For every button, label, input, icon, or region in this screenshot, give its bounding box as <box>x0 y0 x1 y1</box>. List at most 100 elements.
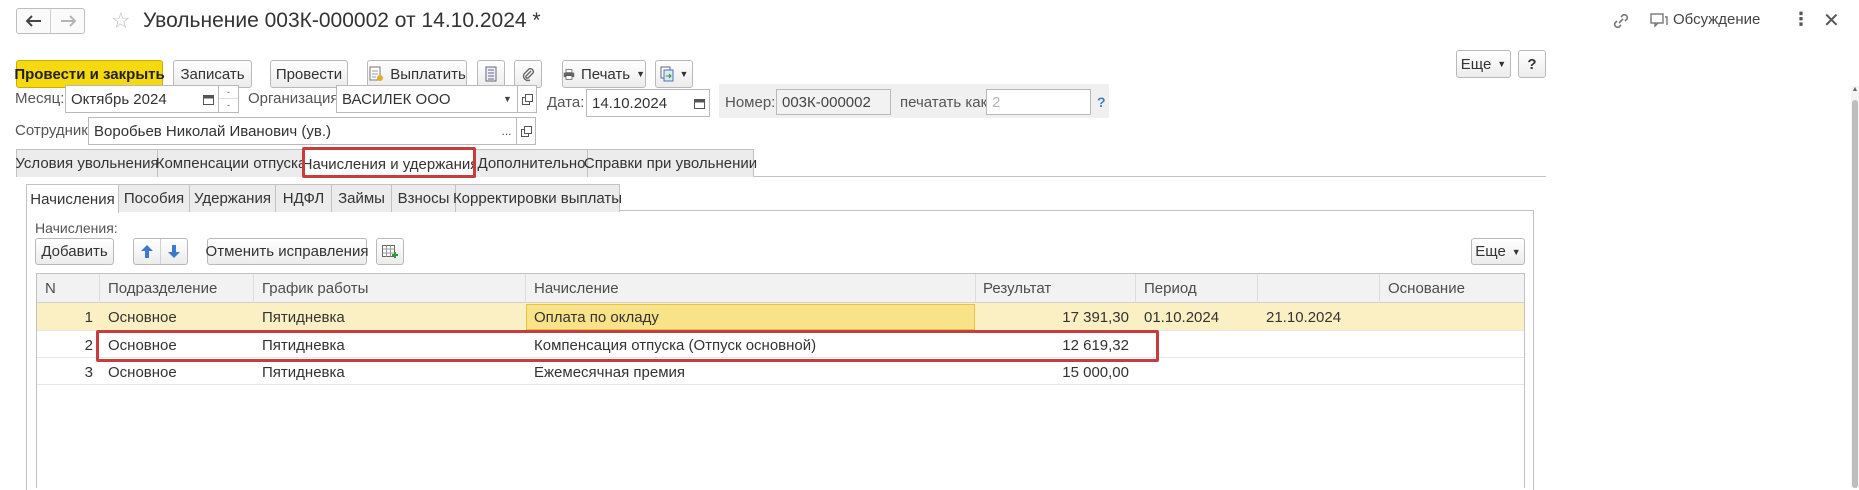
print-as-field[interactable]: 2 <box>986 89 1091 115</box>
more-button[interactable]: Еще ▼ <box>1456 50 1511 78</box>
move-down-button[interactable] <box>161 239 187 264</box>
accruals-table: N Подразделение График работы Начисление… <box>36 273 1525 488</box>
employee-open-button[interactable] <box>516 117 536 145</box>
organization-label: Организация: <box>248 90 343 107</box>
create-based-on-button[interactable]: ▼ <box>655 60 693 88</box>
organization-open-button[interactable] <box>517 85 537 113</box>
calendar-icon <box>694 98 705 109</box>
table-add-icon <box>382 244 398 258</box>
discussion-button[interactable]: Обсуждение <box>1650 11 1760 28</box>
paperclip-icon <box>522 68 534 82</box>
column-header[interactable]: Основание <box>1388 280 1518 297</box>
print-label: Печать <box>580 65 631 83</box>
pay-document-icon <box>369 66 384 81</box>
column-header[interactable]: N <box>45 280 95 297</box>
subtab-ndfl[interactable]: НДФЛ <box>275 184 332 212</box>
scroll-up-icon[interactable]: ▲ <box>1851 86 1859 96</box>
move-up-button[interactable] <box>134 239 161 264</box>
column-header[interactable]: График работы <box>262 280 522 297</box>
employee-select-button[interactable]: ... <box>497 117 517 145</box>
employee-field[interactable]: Воробьев Николай Иванович (ув.) <box>88 117 499 145</box>
print-as-help-link[interactable]: ? <box>1097 94 1106 110</box>
stepper-down-icon[interactable]: - <box>219 99 238 112</box>
add-button[interactable]: Добавить <box>35 238 114 265</box>
nav-buttons <box>16 8 85 34</box>
number-label: Номер: <box>725 94 776 111</box>
subtab-payment-adjustments[interactable]: Корректировки выплаты <box>453 184 622 212</box>
link-icon[interactable] <box>1612 12 1630 34</box>
post-and-close-button[interactable]: Провести и закрыть <box>14 60 165 88</box>
table-more-button[interactable]: Еще ▼ <box>1471 238 1525 265</box>
chevron-down-icon: ▼ <box>503 94 512 104</box>
date-calendar-button[interactable] <box>690 89 710 117</box>
row-number: 1 <box>84 309 93 326</box>
attach-button[interactable] <box>514 60 542 88</box>
organization-dropdown-button[interactable]: ▼ <box>498 85 518 113</box>
pay-label: Выплатить <box>390 65 466 83</box>
help-label: ? <box>1527 55 1537 73</box>
favorite-star-icon[interactable]: ☆ <box>111 9 131 33</box>
tab-vacation-compensation[interactable]: Компенсации отпуска <box>156 149 306 177</box>
move-buttons <box>133 238 188 265</box>
row-result: 12 619,32 <box>1062 337 1129 354</box>
table-more-label: Еще <box>1475 243 1506 260</box>
subtab-loans[interactable]: Займы <box>331 184 392 212</box>
discussion-label: Обсуждение <box>1673 11 1761 28</box>
row-accrual: Ежемесячная премия <box>534 364 686 381</box>
close-icon[interactable]: ✕ <box>1823 8 1840 33</box>
tab-accruals-deductions[interactable]: Начисления и удержания <box>302 149 478 178</box>
report-button[interactable] <box>477 60 505 88</box>
page-title: Увольнение 003К-000002 от 14.10.2024 * <box>143 9 541 32</box>
subtab-contributions[interactable]: Взносы <box>391 184 456 212</box>
pay-button[interactable]: Выплатить <box>367 60 467 88</box>
column-divider <box>1257 274 1258 303</box>
add-label: Добавить <box>41 243 108 260</box>
month-stepper[interactable]: - - <box>219 85 239 113</box>
post-label: Провести <box>275 65 343 83</box>
column-header[interactable]: Начисление <box>534 280 974 297</box>
chevron-down-icon: ▼ <box>679 69 689 79</box>
post-and-close-label: Провести и закрыть <box>14 65 165 83</box>
cancel-corrections-button[interactable]: Отменить исправления <box>206 238 368 265</box>
column-header[interactable]: Период <box>1144 280 1254 297</box>
organization-field[interactable]: ВАСИЛЕК ООО <box>336 85 500 113</box>
tab-dismissal-certificates[interactable]: Справки при увольнении <box>584 149 757 177</box>
forward-button[interactable] <box>51 9 85 33</box>
row-department: Основное <box>108 364 177 381</box>
month-field[interactable]: Октябрь 2024 <box>65 85 201 113</box>
calendar-button[interactable] <box>199 85 219 113</box>
post-button[interactable]: Провести <box>270 60 348 88</box>
column-header[interactable]: Результат <box>983 280 1133 297</box>
scrollbar-thumb[interactable] <box>1852 100 1858 488</box>
date-field[interactable]: 14.10.2024 <box>586 89 692 117</box>
printer-icon <box>563 68 575 80</box>
back-button[interactable] <box>17 9 51 33</box>
row-schedule: Пятидневка <box>262 337 345 354</box>
number-field[interactable]: 003К-000002 <box>776 89 891 115</box>
print-button[interactable]: Печать ▼ <box>562 60 646 88</box>
subtab-accruals[interactable]: Начисления <box>26 184 119 213</box>
list-document-icon <box>485 66 497 82</box>
save-button[interactable]: Записать <box>173 60 252 88</box>
column-divider <box>99 274 100 303</box>
tab-dismissal-conditions[interactable]: Условия увольнения <box>15 149 159 177</box>
stepper-up-icon[interactable]: - <box>219 86 238 99</box>
subtab-benefits[interactable]: Пособия <box>118 184 190 212</box>
chevron-down-icon: ▼ <box>1511 246 1521 257</box>
help-button[interactable]: ? <box>1518 50 1546 78</box>
subtab-label: Пособия <box>123 190 185 207</box>
row-department: Основное <box>108 309 177 326</box>
subtab-deductions[interactable]: Удержания <box>189 184 276 212</box>
tab-label: Дополнительно <box>477 155 586 172</box>
column-divider <box>975 274 976 303</box>
tab-additional[interactable]: Дополнительно <box>475 149 588 177</box>
scrollbar[interactable]: ▲ <box>1851 86 1859 488</box>
row-period-to: 21.10.2024 <box>1266 309 1342 326</box>
column-header[interactable]: Подразделение <box>108 280 253 297</box>
more-vertical-icon[interactable]: ⋮ <box>1792 9 1810 30</box>
subtab-label: Займы <box>338 190 385 207</box>
subtab-label: Удержания <box>194 190 271 207</box>
chevron-down-icon: ▼ <box>1497 59 1507 69</box>
column-divider <box>525 274 526 303</box>
table-settings-button[interactable] <box>376 238 404 265</box>
